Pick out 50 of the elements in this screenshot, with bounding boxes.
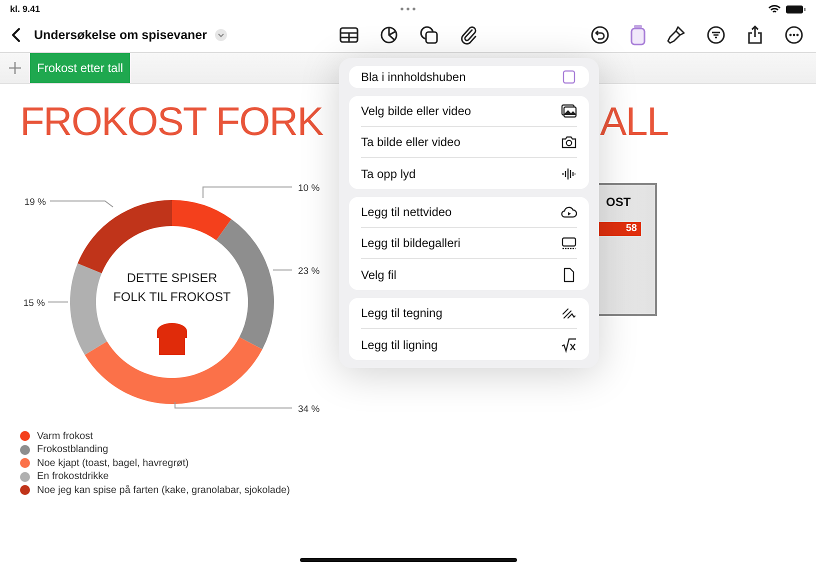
menu-item[interactable]: Velg fil [361,259,577,290]
gallery-icon [561,235,577,251]
waveform-icon [561,166,577,182]
legend-label: En frokostdrikke [37,471,109,482]
paperclip-icon[interactable] [459,25,479,45]
legend-label: Varm frokost [37,430,93,442]
percent-label: 34 % [298,404,320,415]
undo-icon[interactable] [590,25,610,45]
chart-center-label: DETTE SPISER FOLK TIL FROKOST [112,270,232,306]
square-root-icon [561,336,577,352]
multitask-dots-icon[interactable] [400,7,416,11]
percent-label: 23 % [298,266,320,277]
box-icon [561,69,577,85]
camera-icon [561,134,577,150]
share-icon[interactable] [746,25,764,45]
pie-chart-icon[interactable] [379,25,399,45]
slide-title: ALL [600,102,668,142]
percent-label: 19 % [24,197,46,208]
leader-line [50,200,114,208]
menu-item[interactable]: Velg bilde eller video [361,96,577,127]
menu-item[interactable]: Legg til nettvideo [361,197,577,228]
percent-label: 10 % [298,183,320,194]
table-icon[interactable] [339,26,359,44]
document-icon [561,266,577,282]
filter-icon[interactable] [706,25,726,45]
menu-item[interactable]: Legg til tegning [361,298,577,329]
toast-icon [157,323,187,355]
status-time: kl. 9.41 [10,4,42,14]
slide-title: FROKOST FORK [20,102,323,142]
add-icon[interactable] [8,61,22,75]
percent-label: 15 % [23,298,45,309]
battery-icon [786,4,806,14]
menu-item[interactable]: Bla i innholdshuben [361,66,577,88]
cloud-play-icon [561,204,577,220]
shapes-icon[interactable] [419,25,439,45]
menu-item[interactable]: Legg til ligning [361,329,577,360]
paintbrush-icon[interactable] [666,25,686,45]
menu-item[interactable]: Ta opp lyd [361,158,577,189]
jar-icon[interactable] [630,24,646,46]
menu-item[interactable]: Ta bilde eller video [361,127,577,158]
more-icon[interactable] [784,25,804,45]
chevron-down-icon[interactable] [215,29,227,41]
card-title: OST [606,195,631,209]
legend-label: Noe kjapt (toast, bagel, havregrøt) [37,458,189,468]
photo-icon [561,103,577,119]
document-title[interactable]: Undersøkelse om spisevaner [34,28,207,42]
menu-item[interactable]: Legg til bildegalleri [361,228,577,259]
wifi-icon [768,4,781,14]
legend-label: Frokostblanding [37,444,108,455]
legend-label: Noe jeg kan spise på farten (kake, granolabar, sjokolade) [37,484,290,496]
